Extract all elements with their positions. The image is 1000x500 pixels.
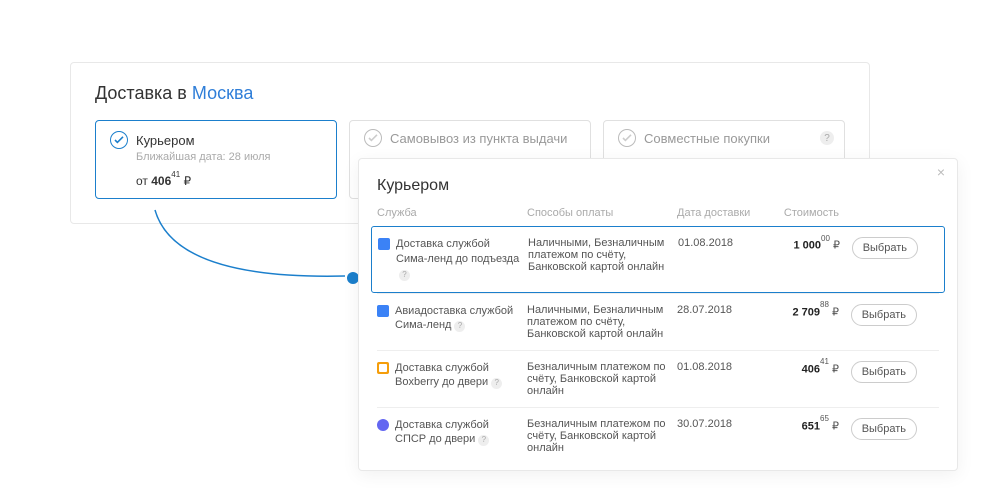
delivery-title: Доставка в Москва — [95, 83, 845, 104]
delivery-modal: × Курьером Служба Способы оплаты Дата до… — [358, 158, 958, 471]
connector-arrow-icon — [145, 210, 355, 290]
col-service: Служба — [377, 207, 527, 219]
col-payment: Способы оплаты — [527, 207, 677, 219]
cost: 1 00000 ₽ — [768, 237, 848, 252]
close-icon[interactable]: × — [933, 165, 949, 181]
option-label: Самовывоз из пункта выдачи — [390, 131, 567, 146]
info-icon[interactable]: ? — [399, 270, 410, 281]
cost: 65165 ₽ — [767, 418, 847, 433]
delivery-date: 01.08.2018 — [677, 361, 767, 373]
info-icon[interactable]: ? — [454, 321, 465, 332]
title-prefix: Доставка в — [95, 83, 187, 103]
table-row: Доставка службой Boxberry до двери? Безна… — [377, 350, 939, 407]
delivery-date: 30.07.2018 — [677, 418, 767, 430]
cost: 2 70988 ₽ — [767, 304, 847, 319]
select-button[interactable]: Выбрать — [851, 418, 917, 440]
col-cost: Стоимость — [767, 207, 847, 219]
option-price: от 40641 ₽ — [136, 173, 322, 188]
check-icon — [110, 131, 128, 149]
delivery-date: 28.07.2018 — [677, 304, 767, 316]
option-courier[interactable]: Курьером Ближайшая дата: 28 июля от 4064… — [95, 120, 337, 199]
table-header: Служба Способы оплаты Дата доставки Стои… — [377, 207, 939, 227]
select-button[interactable]: Выбрать — [851, 304, 917, 326]
select-button[interactable]: Выбрать — [852, 237, 918, 259]
table-row: Доставка службой СПСР до двери? Безналичн… — [377, 407, 939, 464]
service-icon — [377, 362, 389, 374]
payment-methods: Наличными, Безналичным платежом по счёту… — [528, 237, 678, 273]
service-name: Доставка службой Boxberry до двери? — [395, 361, 519, 391]
table-row: Доставка службой Сима-ленд до подъезда?Н… — [371, 226, 945, 293]
payment-methods: Безналичным платежом по счёту, Банковско… — [527, 361, 677, 397]
option-sublabel: Ближайшая дата: 28 июля — [136, 151, 322, 163]
select-button[interactable]: Выбрать — [851, 361, 917, 383]
service-icon — [377, 419, 389, 431]
modal-title: Курьером — [377, 177, 939, 195]
service-icon — [377, 305, 389, 317]
payment-methods: Наличными, Безналичным платежом по счёту… — [527, 304, 677, 340]
table-row: Авиадоставка службой Сима-ленд? Наличными… — [377, 293, 939, 350]
service-name: Авиадоставка службой Сима-ленд? — [395, 304, 519, 334]
info-icon[interactable]: ? — [478, 435, 489, 446]
service-icon — [378, 238, 390, 250]
service-name: Доставка службой Сима-ленд до подъезда? — [396, 237, 520, 282]
col-date: Дата доставки — [677, 207, 767, 219]
services-table: Служба Способы оплаты Дата доставки Стои… — [377, 207, 939, 464]
city-link[interactable]: Москва — [192, 83, 253, 103]
check-icon — [364, 129, 382, 147]
delivery-date: 01.08.2018 — [678, 237, 768, 249]
cost: 40641 ₽ — [767, 361, 847, 376]
check-icon — [618, 129, 636, 147]
info-icon[interactable]: ? — [820, 131, 834, 145]
service-name: Доставка службой СПСР до двери? — [395, 418, 519, 448]
info-icon[interactable]: ? — [491, 378, 502, 389]
payment-methods: Безналичным платежом по счёту, Банковско… — [527, 418, 677, 454]
option-label: Курьером — [136, 133, 195, 148]
option-label: Совместные покупки — [644, 131, 770, 146]
